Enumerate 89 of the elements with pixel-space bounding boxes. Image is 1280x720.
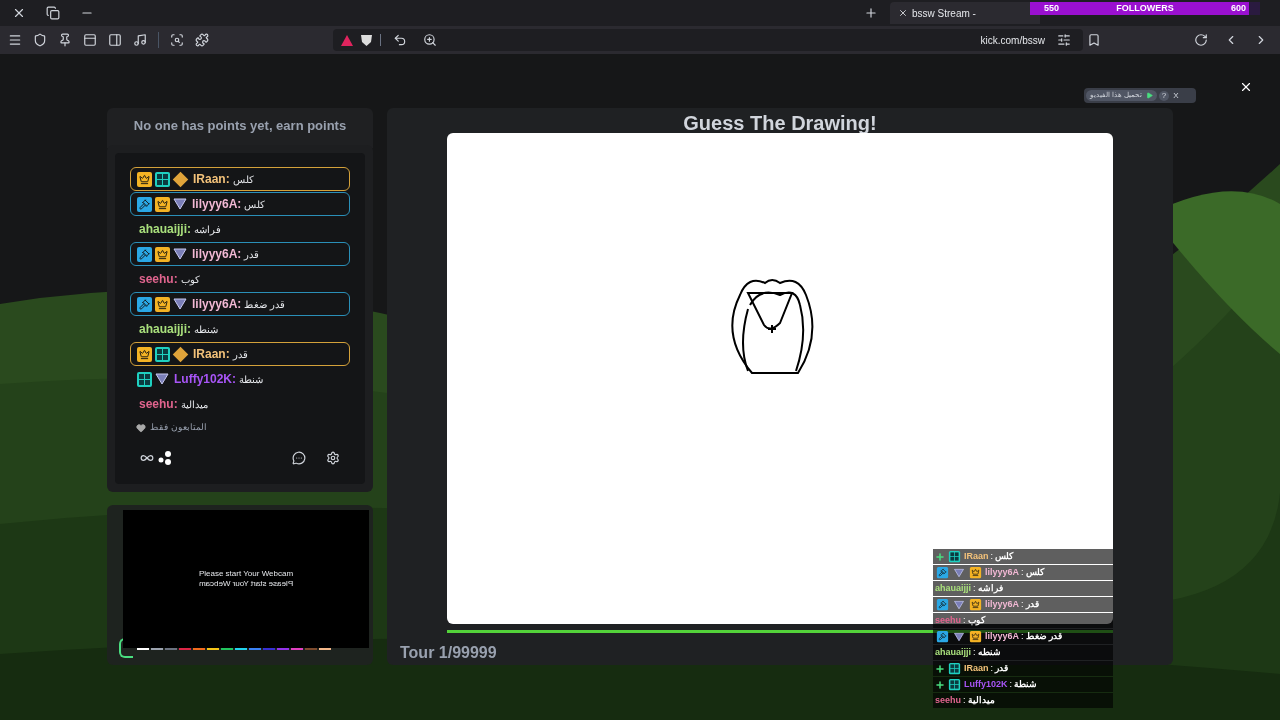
message-text: كوب xyxy=(180,272,200,287)
message-text: قدر xyxy=(232,347,248,362)
plus-badge-icon xyxy=(936,680,944,689)
crown-badge-icon xyxy=(969,566,982,579)
help-button[interactable]: ? xyxy=(1158,90,1169,101)
overlay-username: ahauaijji xyxy=(935,645,971,659)
alert-icon[interactable] xyxy=(341,34,353,46)
overlay-username: IRaan xyxy=(964,549,989,563)
close-tab-icon xyxy=(898,8,908,18)
crown-badge-icon xyxy=(969,598,982,611)
hammer-badge-icon xyxy=(936,630,949,643)
message-text: فراشه xyxy=(194,222,221,237)
overlay-separator: : xyxy=(963,613,966,627)
overlay-message: فراشه xyxy=(977,581,1003,596)
hammer-badge-icon xyxy=(936,598,949,611)
crown-badge-icon xyxy=(155,246,170,262)
username: IRaan: xyxy=(193,347,230,361)
message-text: كلس xyxy=(244,197,266,212)
overlay-username: IRaan xyxy=(964,661,989,675)
username: lilyyy6A: xyxy=(192,197,242,211)
overlay-username: lilyyy6A xyxy=(985,597,1020,611)
browser-tab[interactable]: bssw Stream - xyxy=(890,2,1040,24)
crown-badge-icon xyxy=(137,171,152,187)
username: seehu: xyxy=(139,272,178,286)
username: Luffy102K: xyxy=(174,372,236,386)
overlay-message: قدر xyxy=(995,661,1009,676)
crown-badge-icon xyxy=(137,346,152,362)
close-icon[interactable] xyxy=(1239,80,1253,94)
overlay-message: كلس xyxy=(1025,565,1044,580)
username: seehu: xyxy=(139,397,178,411)
message-text: شنطة xyxy=(239,372,263,387)
hammer-badge-icon xyxy=(137,296,152,312)
overlay-message: كلس xyxy=(995,549,1014,564)
message-text: قدر ضغط xyxy=(244,297,286,312)
overlay-username: lilyyy6A xyxy=(985,629,1020,643)
round-counter: Tour 1/99999 xyxy=(400,643,497,663)
goal-label: FOLLOWERS xyxy=(1116,4,1174,13)
overlay-username: lilyyy6A xyxy=(985,565,1020,579)
message-text: شنطه xyxy=(194,322,218,337)
followers-only-label: المتابعون فقط xyxy=(150,421,207,434)
dismiss-button[interactable]: X xyxy=(1170,90,1181,101)
overlay-message: قدر ضغط xyxy=(1025,629,1063,644)
crown-badge-icon xyxy=(155,296,170,312)
message-text: ميدالية xyxy=(180,397,208,412)
username: ahauaijji: xyxy=(139,222,191,236)
tab-title: bssw Stream - xyxy=(912,6,976,21)
diamond-badge-icon xyxy=(172,346,189,362)
overlay-username: seehu xyxy=(935,693,961,707)
overlay-message: ميدالية xyxy=(967,693,995,707)
overlay-username: seehu xyxy=(935,613,961,627)
url-text[interactable]: kick.com/bssw xyxy=(980,32,1045,48)
overlay-message: شنطه xyxy=(977,645,1001,659)
goal-start: 550 xyxy=(1044,4,1060,13)
overlay-separator: : xyxy=(990,549,994,563)
overlay-separator: : xyxy=(1009,677,1013,691)
overlay-message: كوب xyxy=(967,613,985,628)
overlay-separator: : xyxy=(973,645,976,659)
message-text: قدر xyxy=(244,247,260,262)
message-text: كلس xyxy=(232,172,254,187)
dots-icon[interactable] xyxy=(158,450,172,465)
overlay-separator: : xyxy=(1021,629,1024,643)
overlay-message: شنطة xyxy=(1014,677,1038,691)
leaderboard-text: No one has points yet, earn points xyxy=(132,117,348,135)
overlay-separator: : xyxy=(1021,597,1024,611)
goal-end: 600 xyxy=(1230,4,1246,13)
username: IRaan: xyxy=(193,172,230,186)
webcam-message: Please start Your Webcam xyxy=(198,569,294,579)
username: ahauaijji: xyxy=(139,322,191,336)
heart-icon xyxy=(136,422,146,433)
crown-badge-icon xyxy=(155,196,170,212)
overlay-separator: : xyxy=(990,661,994,675)
overlay-separator: : xyxy=(963,693,966,707)
overlay-message: قدر xyxy=(1025,597,1039,612)
webcam-message: Please start Your Webcam xyxy=(198,579,294,589)
hammer-badge-icon xyxy=(137,246,152,262)
username: lilyyy6A: xyxy=(192,247,242,261)
crown-badge-icon xyxy=(969,630,982,643)
plus-badge-icon xyxy=(936,664,944,673)
overlay-username: ahauaijji xyxy=(935,581,971,595)
hammer-badge-icon xyxy=(137,196,152,212)
diamond-badge-icon xyxy=(172,171,189,187)
overlay-username: Luffy102K xyxy=(964,677,1008,691)
hammer-badge-icon xyxy=(936,566,949,579)
overlay-separator: : xyxy=(973,581,976,595)
username: lilyyy6A: xyxy=(192,297,242,311)
game-title: Guess The Drawing! xyxy=(682,111,878,135)
plus-badge-icon xyxy=(936,552,944,561)
overlay-separator: : xyxy=(1021,565,1024,579)
play-icon xyxy=(1145,92,1153,99)
